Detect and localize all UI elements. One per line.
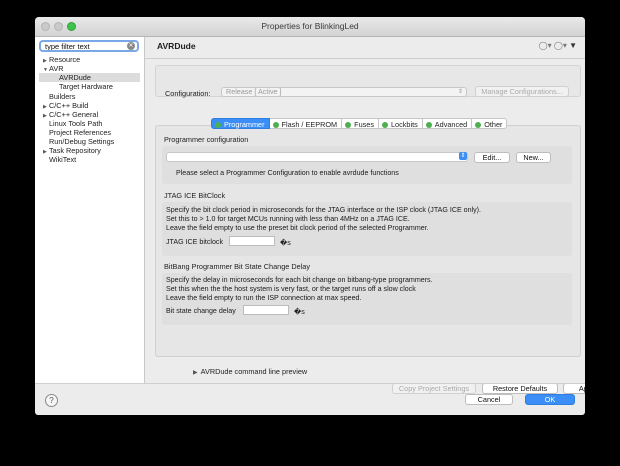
updown-arrows-icon: ⇕	[457, 89, 463, 95]
main-panel: AVRDude ◯▾ ◯▾ ▼ Configuration: Release […	[145, 37, 585, 394]
sidebar-item-label: Task Repository	[49, 146, 101, 155]
sidebar-item-cpp-build[interactable]: ▶ C/C++ Build	[43, 101, 88, 110]
sidebar-item-cpp-general[interactable]: ▶ C/C++ General	[43, 110, 98, 119]
title-bar: Properties for BlinkingLed	[35, 17, 585, 37]
cancel-button[interactable]: Cancel	[465, 394, 513, 405]
preview-label: AVRDude command line preview	[200, 367, 308, 376]
tab-lockbits[interactable]: Lockbits	[378, 118, 423, 129]
sidebar-item-label: WikiText	[49, 155, 77, 164]
tab-content-panel: Programmer Flash / EEPROM Fuses Lockbits…	[155, 118, 581, 357]
tab-status-icon	[272, 121, 279, 128]
help-icon[interactable]: ?	[45, 394, 58, 407]
sidebar-item-label: Target Hardware	[59, 82, 113, 91]
tab-advanced[interactable]: Advanced	[422, 118, 473, 129]
ok-button[interactable]: OK	[525, 394, 575, 405]
sidebar-item-avr[interactable]: ▼AVR	[43, 64, 63, 73]
jtag-bitclock-input[interactable]	[229, 236, 275, 246]
tab-label: Advanced	[434, 120, 468, 129]
sidebar-item-label: AVRDude	[59, 73, 91, 82]
tab-label: Flash / EEPROM	[281, 120, 338, 129]
expand-arrow-icon[interactable]: ▶	[193, 369, 199, 376]
sidebar-item-avrdude[interactable]: AVRDude	[39, 73, 140, 82]
tab-programmer[interactable]: Programmer	[211, 118, 270, 129]
jtag-unit-label: �s	[280, 239, 291, 247]
window-title: Properties for BlinkingLed	[261, 21, 359, 31]
programmer-hint: Please select a Programmer Configuration…	[176, 169, 399, 177]
view-menu-icon[interactable]: ▼	[569, 41, 577, 50]
sidebar-item-label: Builders	[49, 92, 76, 101]
filter-field[interactable]: ✕	[39, 40, 139, 52]
tab-status-icon	[215, 121, 221, 128]
jtag-description-line: Specify the bit clock period in microsec…	[166, 206, 482, 214]
tab-status-icon	[381, 121, 388, 128]
new-button[interactable]: New...	[516, 152, 551, 163]
tab-other[interactable]: Other	[472, 118, 508, 129]
bitbang-description-line: Leave the field empty to run the ISP con…	[166, 294, 362, 302]
filter-input[interactable]	[41, 42, 125, 50]
configuration-value: Release [ Active ]	[226, 87, 282, 96]
bit-state-delay-input[interactable]	[243, 305, 289, 315]
sidebar-item-label: Run/Debug Settings	[49, 137, 115, 146]
tab-status-icon	[425, 121, 432, 128]
copy-project-settings-button[interactable]: Copy Project Settings	[392, 383, 476, 394]
sidebar-item-run-debug-settings[interactable]: Run/Debug Settings	[49, 137, 114, 146]
sidebar-item-label: AVR	[49, 64, 64, 73]
tab-bar: Programmer Flash / EEPROM Fuses Lockbits…	[211, 118, 508, 129]
sidebar-item-label: Project References	[49, 128, 112, 137]
bit-state-delay-label: Bit state change delay	[166, 307, 236, 315]
sidebar-item-resource[interactable]: ▶ Resource	[43, 55, 80, 64]
sidebar-item-wikitext[interactable]: WikiText	[49, 155, 76, 164]
jtag-section-title: JTAG ICE BitClock	[164, 191, 226, 200]
sidebar-item-label: C/C++ Build	[49, 101, 89, 110]
sidebar-item-builders[interactable]: Builders	[49, 92, 75, 101]
sidebar-item-target-hardware[interactable]: Target Hardware	[59, 82, 113, 91]
sidebar-item-linux-tools-path[interactable]: Linux Tools Path	[49, 119, 102, 128]
jtag-bitclock-label: JTAG ICE bitclock	[166, 238, 224, 246]
tab-status-icon	[475, 121, 482, 128]
sidebar-item-label: Linux Tools Path	[49, 119, 103, 128]
tab-flash-eeprom[interactable]: Flash / EEPROM	[269, 118, 343, 129]
sidebar: ✕ ▶Resource ▼AVR AVRDude Target Hardware…	[35, 37, 145, 383]
jtag-description-line: Leave the field empty to use the preset …	[166, 224, 429, 232]
programmer-configuration-select[interactable]: ⇕	[166, 152, 468, 162]
configuration-select[interactable]: Release [ Active ] ⇕	[221, 87, 467, 97]
footer-divider	[35, 383, 585, 384]
clear-filter-icon[interactable]: ✕	[127, 42, 135, 50]
tab-fuses[interactable]: Fuses	[342, 118, 379, 129]
tab-label: Fuses	[354, 120, 374, 129]
bitbang-unit-label: �s	[294, 308, 305, 316]
sidebar-item-project-references[interactable]: Project References	[49, 128, 111, 137]
sidebar-item-label: Resource	[49, 55, 81, 64]
tab-label: Other	[484, 120, 503, 129]
restore-defaults-button[interactable]: Restore Defaults	[482, 383, 558, 394]
page-title: AVRDude	[157, 41, 196, 51]
back-arrow-icon[interactable]: ◯▾	[539, 41, 552, 50]
edit-button[interactable]: Edit...	[474, 152, 510, 163]
sidebar-item-label: C/C++ General	[49, 110, 99, 119]
tab-label: Programmer	[224, 120, 265, 129]
select-arrows-icon: ⇕	[459, 152, 467, 160]
header-divider	[145, 58, 585, 59]
bitbang-description-line: Specify the delay in microseconds for ea…	[166, 276, 433, 284]
forward-arrow-icon[interactable]: ◯▾	[554, 41, 567, 50]
properties-window: Properties for BlinkingLed ✕ ▶Resource ▼…	[35, 17, 585, 415]
configuration-label: Configuration:	[165, 89, 211, 98]
bitbang-description-line: Set this when the the host system is ver…	[166, 285, 416, 293]
manage-configurations-button[interactable]: Manage Configurations...	[475, 86, 569, 97]
navigation-arrows: ◯▾ ◯▾ ▼	[539, 41, 577, 50]
jtag-description-line: Set this to > 1.0 for target MCUs runnin…	[166, 215, 410, 223]
command-line-preview-toggle[interactable]: ▶ AVRDude command line preview	[193, 367, 307, 376]
sidebar-item-task-repository[interactable]: ▶ Task Repository	[43, 146, 101, 155]
tab-status-icon	[345, 121, 352, 128]
bitbang-section-title: BitBang Programmer Bit State Change Dela…	[164, 262, 311, 271]
apply-button[interactable]: Apply	[563, 383, 585, 394]
tab-label: Lockbits	[390, 120, 418, 129]
programmer-configuration-label: Programmer configuration	[164, 135, 249, 144]
